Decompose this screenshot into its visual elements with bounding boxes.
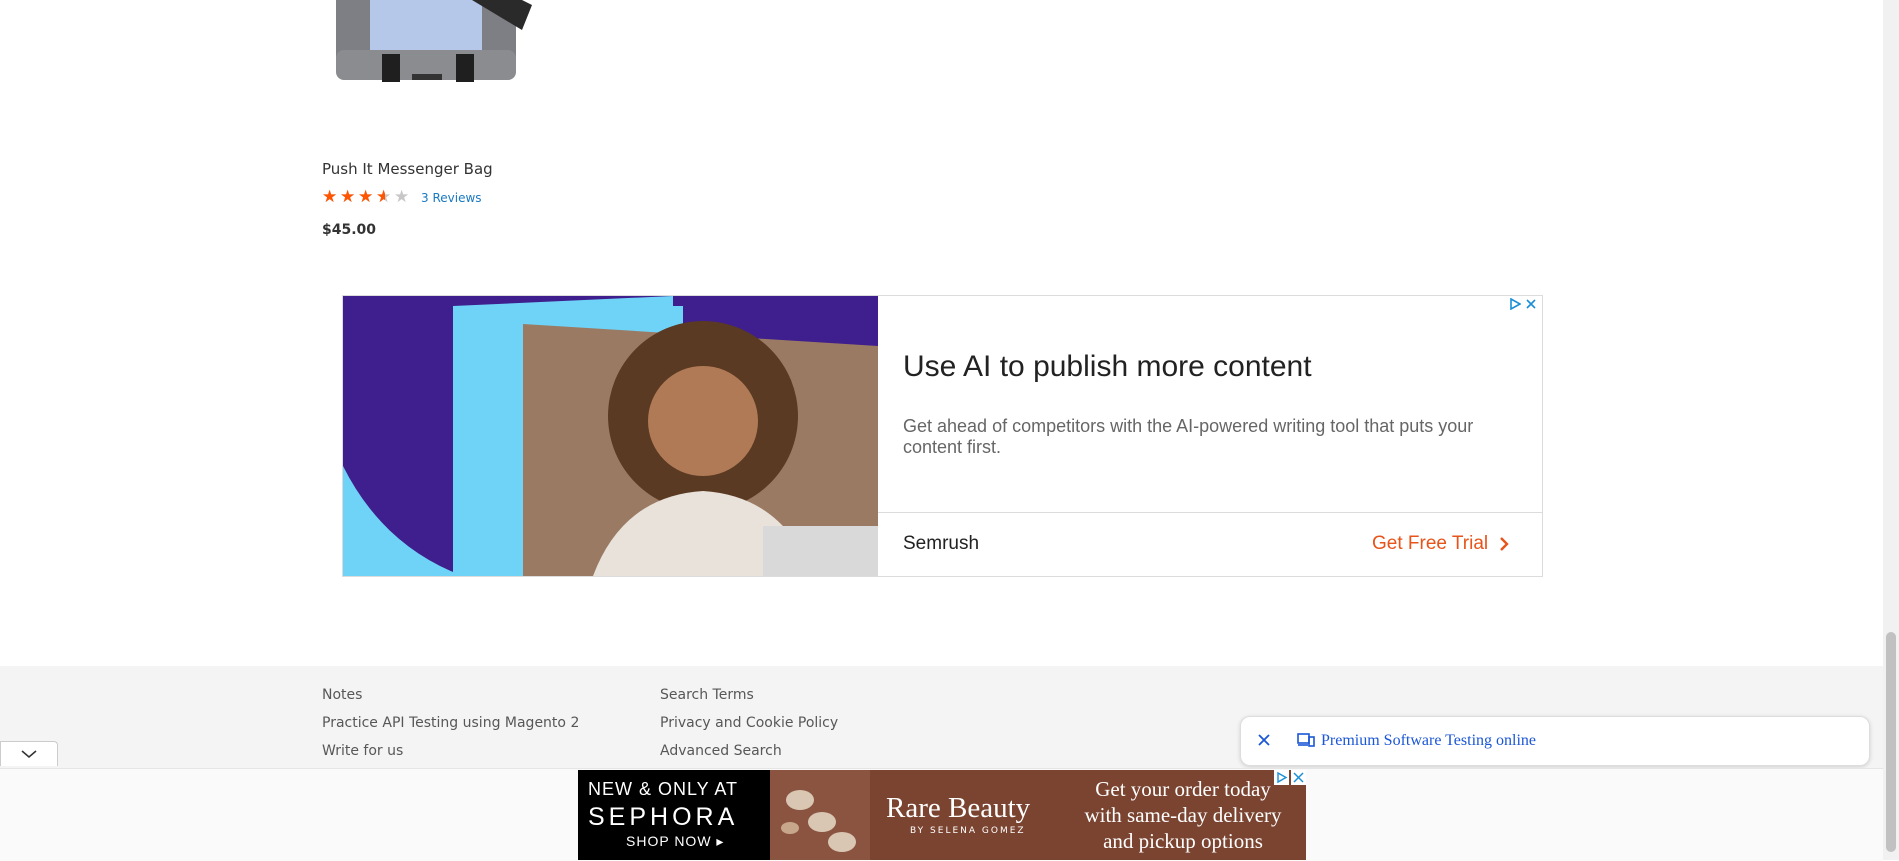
collapse-toggle[interactable]: [0, 741, 58, 766]
ad-brand[interactable]: Semrush: [903, 533, 979, 555]
ad-choices-icon: [1510, 298, 1521, 310]
product-rating: ★ ★ ★ ★ ★ ★ ★ ★ ★ 3 Reviews: [322, 189, 482, 206]
banner-product-sub: BY SELENA GOMEZ: [910, 826, 1026, 836]
devices-icon: [1297, 733, 1315, 747]
product-price: $45.00: [322, 222, 377, 238]
ad-divider: [878, 512, 1542, 513]
ad-cta-label: Get Free Trial: [1372, 533, 1489, 554]
reviews-link[interactable]: 3 Reviews: [421, 191, 482, 205]
banner-sephora: SEPHORA: [588, 803, 739, 831]
display-ad[interactable]: Use AI to publish more content Get ahead…: [342, 295, 1543, 577]
banner-promo-line: with same-day delivery: [1084, 803, 1282, 827]
star-icon: ★ ★: [340, 187, 356, 207]
footer-link-search-terms[interactable]: Search Terms: [660, 687, 754, 703]
star-fill: ★: [376, 189, 385, 206]
ad-close-icon: [1526, 299, 1536, 309]
banner-product-brand: Rare Beauty: [886, 792, 1031, 824]
star-icon: ★ ★: [358, 187, 374, 207]
premium-search-bar[interactable]: Premium Software Testing online: [1240, 716, 1870, 766]
star-icon: ★: [394, 187, 410, 207]
banner-shop-now[interactable]: SHOP NOW ▸: [626, 833, 724, 850]
product-image[interactable]: [322, 0, 542, 100]
footer-link-practice-api[interactable]: Practice API Testing using Magento 2: [322, 715, 579, 731]
ad-close-icon[interactable]: [1291, 770, 1306, 785]
star-icon: ★ ★: [322, 187, 338, 207]
ad-cta-button[interactable]: Get Free Trial: [1372, 533, 1512, 555]
banner-line1: NEW & ONLY AT: [588, 779, 739, 799]
chevron-down-icon: [21, 750, 37, 759]
footer-link-advanced-search[interactable]: Advanced Search: [660, 743, 782, 759]
footer-link-write-for-us[interactable]: Write for us: [322, 743, 403, 759]
product-image-icon: [770, 770, 870, 860]
bottom-banner-ad[interactable]: NEW & ONLY AT SEPHORA SHOP NOW ▸ Rare Be…: [578, 770, 1306, 860]
sephora-panel[interactable]: NEW & ONLY AT SEPHORA SHOP NOW ▸: [578, 770, 770, 860]
premium-link[interactable]: Premium Software Testing online: [1321, 732, 1536, 750]
star-fill: ★: [322, 189, 338, 206]
ad-choices[interactable]: [1509, 298, 1537, 310]
banner-promo-line: and pickup options: [1103, 829, 1263, 853]
ad-headline[interactable]: Use AI to publish more content: [903, 350, 1312, 384]
product-name-link[interactable]: Push It Messenger Bag: [322, 160, 493, 178]
footer-link-notes[interactable]: Notes: [322, 687, 362, 703]
scrollbar-thumb[interactable]: [1886, 632, 1896, 852]
ad-image[interactable]: [343, 296, 878, 576]
footer-link-privacy[interactable]: Privacy and Cookie Policy: [660, 715, 838, 731]
star-fill: ★: [358, 189, 374, 206]
ad-body: Get ahead of competitors with the AI-pow…: [903, 416, 1474, 457]
banner-promo-line: Get your order today: [1095, 777, 1271, 801]
rare-beauty-panel[interactable]: Rare Beauty BY SELENA GOMEZ Get your ord…: [770, 770, 1306, 860]
ad-choices-icon[interactable]: [1274, 770, 1289, 785]
rating-stars: ★ ★ ★ ★ ★ ★ ★ ★ ★: [322, 189, 412, 206]
banner-ad-choices[interactable]: [1274, 770, 1306, 785]
banner-promo: Get your order today with same-day deliv…: [1068, 776, 1298, 854]
chevron-right-icon: [1500, 537, 1509, 551]
close-icon[interactable]: [1257, 733, 1271, 747]
star-fill: ★: [340, 189, 356, 206]
star-icon: ★ ★: [376, 187, 392, 207]
